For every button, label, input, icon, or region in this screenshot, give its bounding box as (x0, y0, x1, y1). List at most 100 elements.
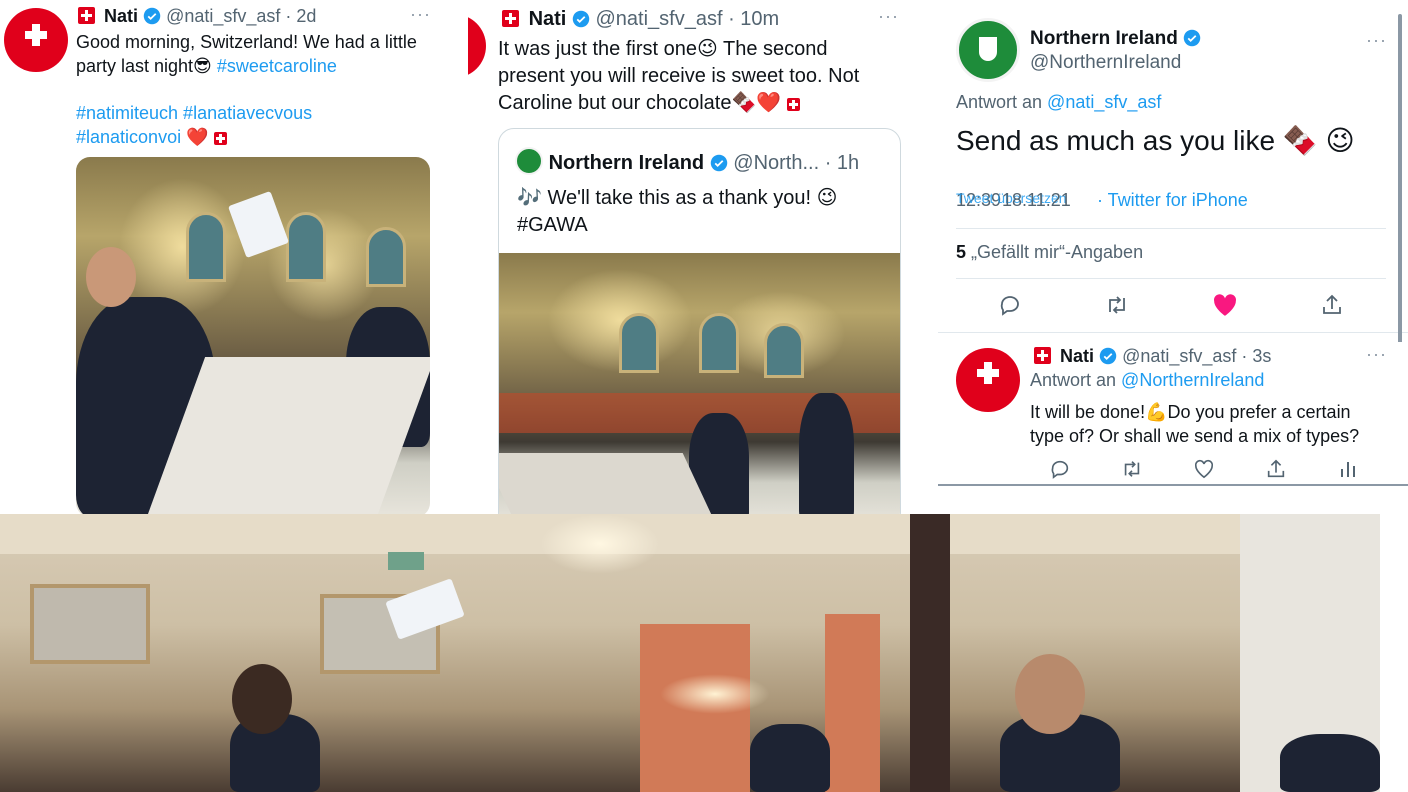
person (799, 393, 854, 514)
tweet-text-line: Caroline but our chocolate🍫❤️ (498, 92, 782, 114)
share-icon[interactable] (1263, 456, 1289, 482)
tweet-text-line: party last night😎 (76, 56, 217, 76)
analytics-icon[interactable] (1335, 456, 1361, 482)
tweet-text-line: Good morning, Switzerland! We had a litt… (76, 32, 417, 52)
tweet-3-expanded[interactable]: Northern Ireland @NorthernIreland ··· An… (938, 0, 1408, 342)
dark-column (910, 514, 950, 792)
tweet-text-line: It was just the first one😉 The second (498, 38, 828, 60)
like-icon-active[interactable] (1212, 292, 1238, 318)
author-handle[interactable]: @nati_sfv_asf (1122, 346, 1236, 366)
retweet-icon[interactable] (1104, 292, 1130, 318)
author-handle[interactable]: @nati_sfv_asf (595, 8, 722, 30)
window-decor (286, 212, 326, 282)
hashtag-link[interactable]: #sweetcaroline (217, 56, 337, 76)
tweet-3-author: Northern Ireland (1030, 28, 1201, 50)
swiss-flag-icon (78, 7, 95, 24)
tweet-time[interactable]: · 3s (1241, 346, 1271, 366)
tweet-4-header: Nati @nati_sfv_asf · 3s (1034, 346, 1271, 367)
likes-summary[interactable]: 5 „Gefällt mir“-Angaben (956, 242, 1143, 263)
verified-badge-icon (143, 7, 161, 25)
tweet-4-reply[interactable]: Nati @nati_sfv_asf · 3s ··· Antwort an @… (938, 342, 1408, 514)
mirror-panel (30, 584, 150, 664)
tweet-time[interactable]: · 10m (728, 8, 779, 30)
likes-label: „Gefällt mir“-Angaben (966, 242, 1144, 262)
window-decor (699, 313, 739, 373)
quote-author-handle[interactable]: @North... (733, 152, 819, 174)
retweet-icon[interactable] (1119, 456, 1145, 482)
reply-to-link[interactable]: @nati_sfv_asf (1047, 92, 1161, 112)
tweet-source[interactable]: · Twitter for iPhone (1097, 190, 1248, 210)
chandelier (540, 514, 660, 574)
verified-badge-icon (1183, 29, 1201, 47)
orange-panel (825, 614, 880, 792)
window-decor (366, 227, 406, 287)
person-head (1015, 654, 1085, 734)
divider (956, 228, 1386, 229)
window-decor (764, 323, 804, 378)
tweet-1-video[interactable] (76, 157, 430, 514)
tweet-time[interactable]: · 2d (285, 6, 316, 26)
reply-prefix: Antwort an (1030, 370, 1122, 390)
nati-avatar[interactable] (4, 8, 68, 72)
northern-ireland-avatar[interactable] (515, 147, 543, 175)
tweet-2-text: It was just the first one😉 The second pr… (498, 36, 918, 117)
quoted-tweet-video[interactable] (499, 253, 900, 514)
northern-ireland-avatar[interactable] (956, 18, 1020, 82)
tweet-2-header: Nati @nati_sfv_asf · 10m (502, 8, 779, 31)
quote-header: Northern Ireland @North... · 1h (515, 147, 859, 175)
exit-sign (388, 552, 424, 570)
more-icon[interactable]: ··· (1366, 30, 1387, 51)
more-icon[interactable]: ··· (878, 6, 899, 27)
quoted-tweet[interactable]: Northern Ireland @North... · 1h 🎶 We'll … (498, 128, 901, 514)
person (1280, 734, 1380, 792)
author-name[interactable]: Northern Ireland (1030, 28, 1178, 49)
tweet-text-line: present you will receive is sweet too. N… (498, 65, 860, 87)
timestamp-overlap[interactable]: 12:39 Tweet übersetzen 18.11.21 (956, 190, 1092, 212)
tweet-3-actions (956, 290, 1386, 320)
person-head (232, 664, 292, 734)
verified-badge-icon (1099, 347, 1117, 365)
author-name[interactable]: Nati (1060, 346, 1094, 366)
share-icon[interactable] (1319, 292, 1345, 318)
reply-context: Antwort an @NorthernIreland (1030, 370, 1264, 391)
scrollbar[interactable] (1398, 14, 1402, 342)
ni-crest-icon (979, 37, 997, 61)
window-decor (186, 212, 226, 282)
swiss-cross-icon-h (25, 31, 47, 39)
author-name[interactable]: Nati (104, 6, 138, 26)
person-head (86, 247, 136, 307)
author-handle[interactable]: @NorthernIreland (1030, 52, 1181, 74)
ballroom-video-still (0, 514, 1380, 792)
nati-avatar-partial[interactable] (468, 14, 486, 78)
divider (938, 484, 1408, 486)
tweet-text-line: It will be done!💪Do you prefer a certain (1030, 402, 1351, 422)
reply-icon[interactable] (1047, 456, 1073, 482)
tweet-1-header: Nati @nati_sfv_asf · 2d (78, 6, 316, 27)
divider (956, 278, 1386, 279)
reply-prefix: Antwort an (956, 92, 1048, 112)
tweet-text-line: type of? Or shall we send a mix of types… (1030, 426, 1360, 446)
window-decor (619, 313, 659, 373)
swiss-flag-icon (1034, 347, 1051, 364)
more-icon[interactable]: ··· (410, 4, 431, 25)
tweet-2[interactable]: Nati @nati_sfv_asf · 10m ··· It was just… (468, 0, 934, 514)
tweet-4-actions (1024, 456, 1384, 482)
quote-hashtag[interactable]: #GAWA (517, 212, 837, 239)
quote-time[interactable]: · 1h (825, 152, 859, 174)
verified-badge-icon (710, 154, 727, 172)
tweet-1[interactable]: Nati @nati_sfv_asf · 2d ··· Good morning… (0, 0, 465, 514)
swiss-flag-icon (502, 10, 519, 27)
quote-author-name[interactable]: Northern Ireland (549, 152, 705, 174)
napkin (227, 190, 290, 259)
like-icon[interactable] (1191, 456, 1217, 482)
divider (938, 332, 1408, 333)
author-handle[interactable]: @nati_sfv_asf (166, 6, 280, 26)
reply-to-link[interactable]: @NorthernIreland (1121, 370, 1264, 390)
reply-icon[interactable] (997, 292, 1023, 318)
hashtag-links[interactable]: #natimiteuch #lanatiavecvous (76, 101, 456, 125)
heart-emoji: ❤️ (186, 127, 209, 147)
nati-avatar[interactable] (956, 348, 1020, 412)
author-name[interactable]: Nati (529, 8, 567, 30)
more-icon[interactable]: ··· (1366, 344, 1387, 365)
hashtag-link[interactable]: #lanaticonvoi (76, 127, 181, 147)
